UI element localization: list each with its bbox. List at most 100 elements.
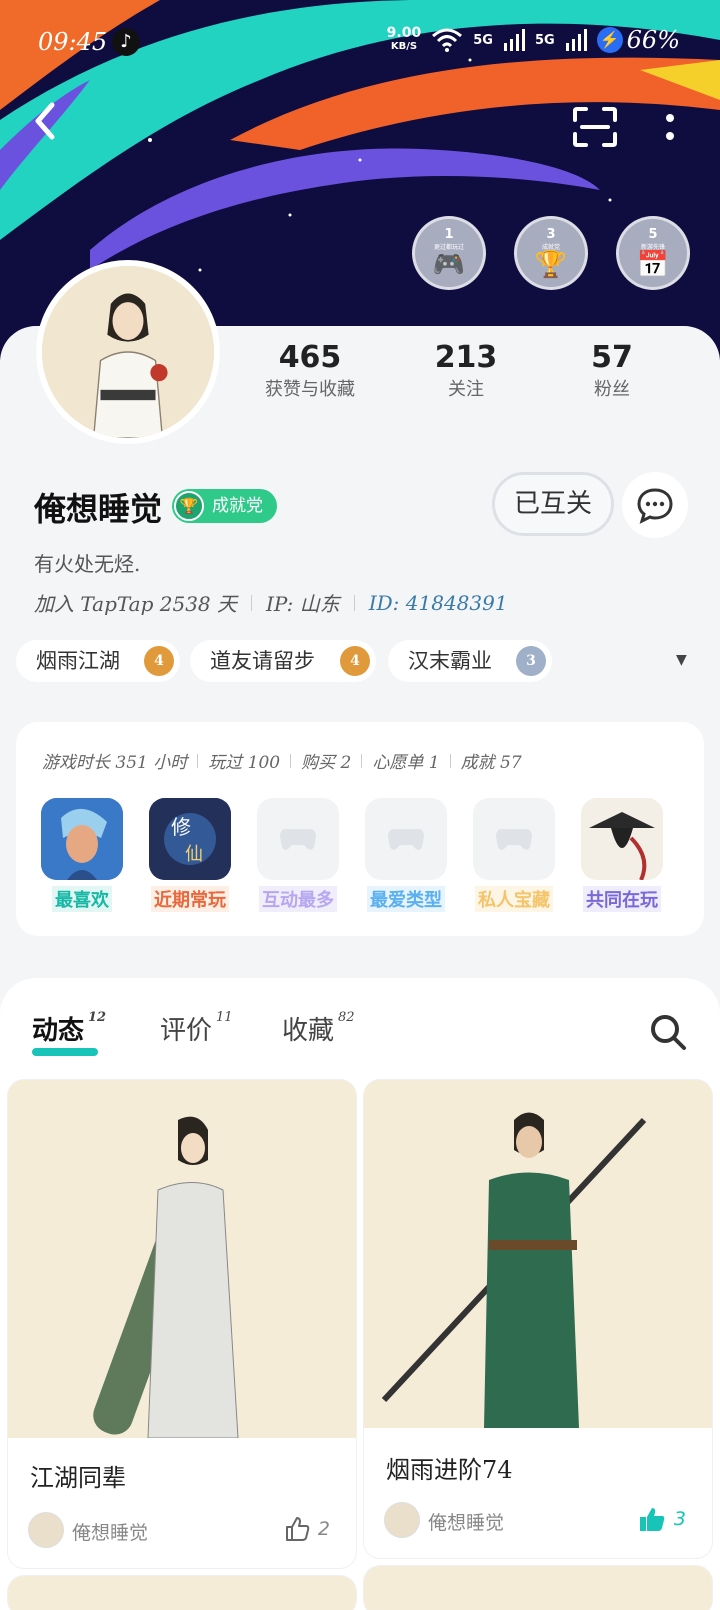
game-interactive[interactable]: 互动最多 [256, 798, 340, 912]
game-stats-row: 游戏时长 351 小时 玩过 100 购买 2 心愿单 1 成就 57 [42, 748, 522, 773]
expand-tags-icon[interactable]: ▼ [676, 652, 687, 668]
played-stat[interactable]: 玩过 100 [208, 748, 280, 773]
divider [197, 753, 199, 768]
author-avatar[interactable] [28, 1512, 64, 1548]
post-card-partial[interactable] [364, 1566, 712, 1610]
ip-location: IP: 山东 [266, 592, 340, 616]
scan-button[interactable] [572, 106, 618, 148]
back-button[interactable] [30, 100, 70, 150]
stat-likes-label: 获赞与收藏 [265, 379, 355, 400]
divider [449, 753, 451, 768]
game-tag[interactable]: 道友请留步 4 [190, 640, 376, 682]
mutual-follow-button[interactable]: 已互关 [492, 472, 614, 536]
game-label: 互动最多 [259, 886, 337, 912]
game-tags: 烟雨江湖 4 道友请留步 4 汉末霸业 3 [16, 640, 716, 682]
bio-text: 有火处无烃. [34, 552, 141, 576]
post-card[interactable]: 烟雨进阶74 俺想睡觉 3 [364, 1080, 712, 1558]
achievements-stat[interactable]: 成就 57 [461, 748, 522, 773]
game-playing-together[interactable]: 共同在玩 [580, 798, 664, 912]
charging-icon: ⚡ [596, 27, 623, 53]
game-private-treasure[interactable]: 私人宝藏 [472, 798, 556, 912]
divider [361, 753, 363, 768]
chevron-left-icon [35, 102, 55, 140]
achievement-badge-label: 成就党 [212, 496, 263, 516]
gamepad-icon: 🎮 [432, 250, 466, 280]
post-card[interactable]: 江湖同辈 俺想睡觉 2 [8, 1080, 356, 1568]
game-favorite[interactable]: 最喜欢 [40, 798, 124, 912]
post-image [8, 1080, 356, 1439]
medal-1[interactable]: 1 更过都玩过 🎮 [412, 216, 486, 290]
post-card-partial[interactable] [8, 1576, 356, 1610]
post-image [364, 1566, 712, 1610]
game-tag[interactable]: 烟雨江湖 4 [16, 640, 180, 682]
medal-3[interactable]: 5 新游先锋 📅 [616, 216, 690, 290]
post-author[interactable]: 俺想睡觉 [428, 1508, 504, 1535]
tab-collections-label: 收藏 [282, 1016, 335, 1046]
author-avatar[interactable] [384, 1502, 420, 1538]
stat-following-label: 关注 [448, 379, 484, 400]
user-id[interactable]: ID: 41848391 [369, 591, 508, 615]
message-button[interactable] [622, 472, 688, 538]
avatar-illustration [42, 266, 214, 438]
game-tag-name: 道友请留步 [210, 649, 315, 673]
post-title: 江湖同辈 [30, 1464, 126, 1492]
divider [290, 753, 292, 768]
username: 俺想睡觉 [34, 490, 163, 528]
status-bar: 09:45 ♪ 9.00 KB/S 5G 5G ⚡ 66% [0, 0, 720, 80]
post-image [8, 1576, 356, 1610]
game-tag[interactable]: 汉末霸业 3 [388, 640, 552, 682]
network-speed-unit: KB/S [390, 41, 418, 52]
trophy-icon: 🏆 [534, 250, 568, 280]
game-label: 最爱类型 [367, 886, 445, 912]
stat-likes-value: 465 [278, 340, 342, 375]
joined-days: 加入 TapTap 2538 天 [34, 592, 237, 616]
status-time: 09:45 [38, 28, 108, 56]
gamepad-placeholder-icon [257, 798, 339, 880]
level-badge-icon: 4 [340, 646, 370, 676]
like-count: 3 [673, 1508, 686, 1530]
stat-followers-label: 粉丝 [594, 379, 630, 400]
game-art-glyph-1: 修 [171, 815, 191, 839]
achievement-badge[interactable]: 🏆 成就党 [172, 489, 277, 523]
game-art-icon [41, 798, 123, 880]
post-illustration [8, 1080, 356, 1439]
tab-reviews[interactable]: 评价 11 [160, 1010, 233, 1047]
tiktok-icon: ♪ [112, 28, 140, 56]
game-art-icon: 修 仙 [149, 798, 231, 880]
stat-likes[interactable]: 465 获赞与收藏 [258, 340, 362, 401]
medal-2[interactable]: 3 成就党 🏆 [514, 216, 588, 290]
post-author[interactable]: 俺想睡觉 [72, 1518, 148, 1545]
stat-following[interactable]: 213 关注 [420, 340, 512, 401]
stat-following-value: 213 [434, 340, 498, 375]
avatar[interactable] [36, 260, 220, 444]
wishlist-stat[interactable]: 心愿单 1 [372, 748, 439, 773]
like-button[interactable]: 2 [284, 1516, 330, 1542]
game-favorite-type[interactable]: 最爱类型 [364, 798, 448, 912]
game-label: 最喜欢 [52, 886, 112, 912]
post-image [364, 1080, 712, 1428]
stat-followers[interactable]: 57 粉丝 [566, 340, 658, 401]
tab-posts[interactable]: 动态 12 [32, 1010, 106, 1047]
gamepad-placeholder-icon [365, 798, 447, 880]
tab-reviews-count: 11 [216, 1010, 233, 1025]
play-time-stat[interactable]: 游戏时长 351 小时 [42, 748, 187, 773]
wifi-icon [432, 28, 463, 52]
signal-bars-icon-2 [565, 29, 587, 51]
level-badge-icon: 3 [516, 646, 546, 676]
like-button[interactable]: 3 [638, 1506, 686, 1532]
more-button[interactable] [660, 110, 680, 146]
post-title: 烟雨进阶74 [386, 1456, 513, 1484]
gamepad-placeholder-icon [473, 798, 555, 880]
tab-reviews-label: 评价 [160, 1016, 213, 1046]
search-button[interactable] [648, 1012, 688, 1052]
scan-icon [573, 107, 617, 147]
game-recent[interactable]: 修 仙 近期常玩 [148, 798, 232, 912]
tab-collections[interactable]: 收藏 82 [282, 1010, 355, 1047]
game-icon-recent: 修 仙 [149, 798, 231, 880]
network-speed-value: 9.00 [386, 25, 422, 41]
post-illustration [364, 1080, 712, 1428]
game-label: 近期常玩 [151, 886, 229, 912]
level-badge-icon: 4 [144, 646, 174, 676]
purchased-stat[interactable]: 购买 2 [301, 748, 351, 773]
battery-indicator: ⚡ 66% [596, 26, 680, 54]
